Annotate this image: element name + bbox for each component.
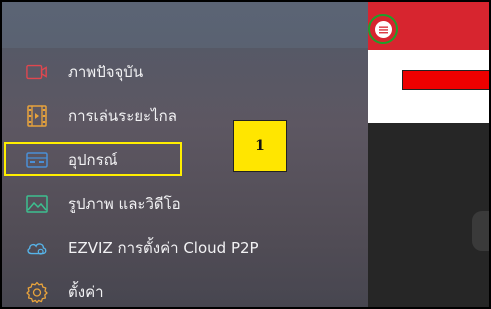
drawer-header — [2, 2, 368, 48]
side-menu: ภาพปัจจุบัน การเล่นระยะไกล อุปกรณ์ รูปภา… — [2, 50, 368, 307]
side-handle[interactable] — [472, 211, 489, 251]
app-frame: ภาพปัจจุบัน การเล่นระยะไกล อุปกรณ์ รูปภา… — [0, 0, 491, 309]
menu-item-cloud-p2p[interactable]: EZVIZ การตั้งค่า Cloud P2P — [2, 226, 368, 270]
cloud-icon — [26, 237, 48, 259]
step-number: 1 — [255, 138, 265, 154]
video-area — [368, 123, 489, 307]
menu-item-pictures-videos[interactable]: รูปภาพ และวิดีโอ — [2, 182, 368, 226]
settings-icon — [26, 281, 48, 303]
annotation-circle — [368, 14, 398, 44]
step-callout: 1 — [233, 120, 287, 172]
menu-item-live-view[interactable]: ภาพปัจจุบัน — [2, 50, 368, 94]
menu-item-label: รูปภาพ และวิดีโอ — [68, 195, 181, 213]
menu-item-remote-playback[interactable]: การเล่นระยะไกล — [2, 94, 368, 138]
red-arrow-annotation — [402, 70, 489, 90]
menu-item-label: การเล่นระยะไกล — [68, 107, 177, 125]
live-view-icon — [26, 61, 48, 83]
menu-item-label: ตั้งค่า — [68, 283, 104, 301]
menu-item-settings[interactable]: ตั้งค่า — [2, 270, 368, 307]
menu-item-label: EZVIZ การตั้งค่า Cloud P2P — [68, 239, 259, 257]
menu-item-label: ภาพปัจจุบัน — [68, 63, 144, 81]
highlight-box — [4, 142, 182, 176]
remote-playback-icon — [26, 105, 48, 127]
app-content-area — [368, 2, 489, 307]
pictures-videos-icon — [26, 193, 48, 215]
content-panel — [368, 50, 489, 123]
